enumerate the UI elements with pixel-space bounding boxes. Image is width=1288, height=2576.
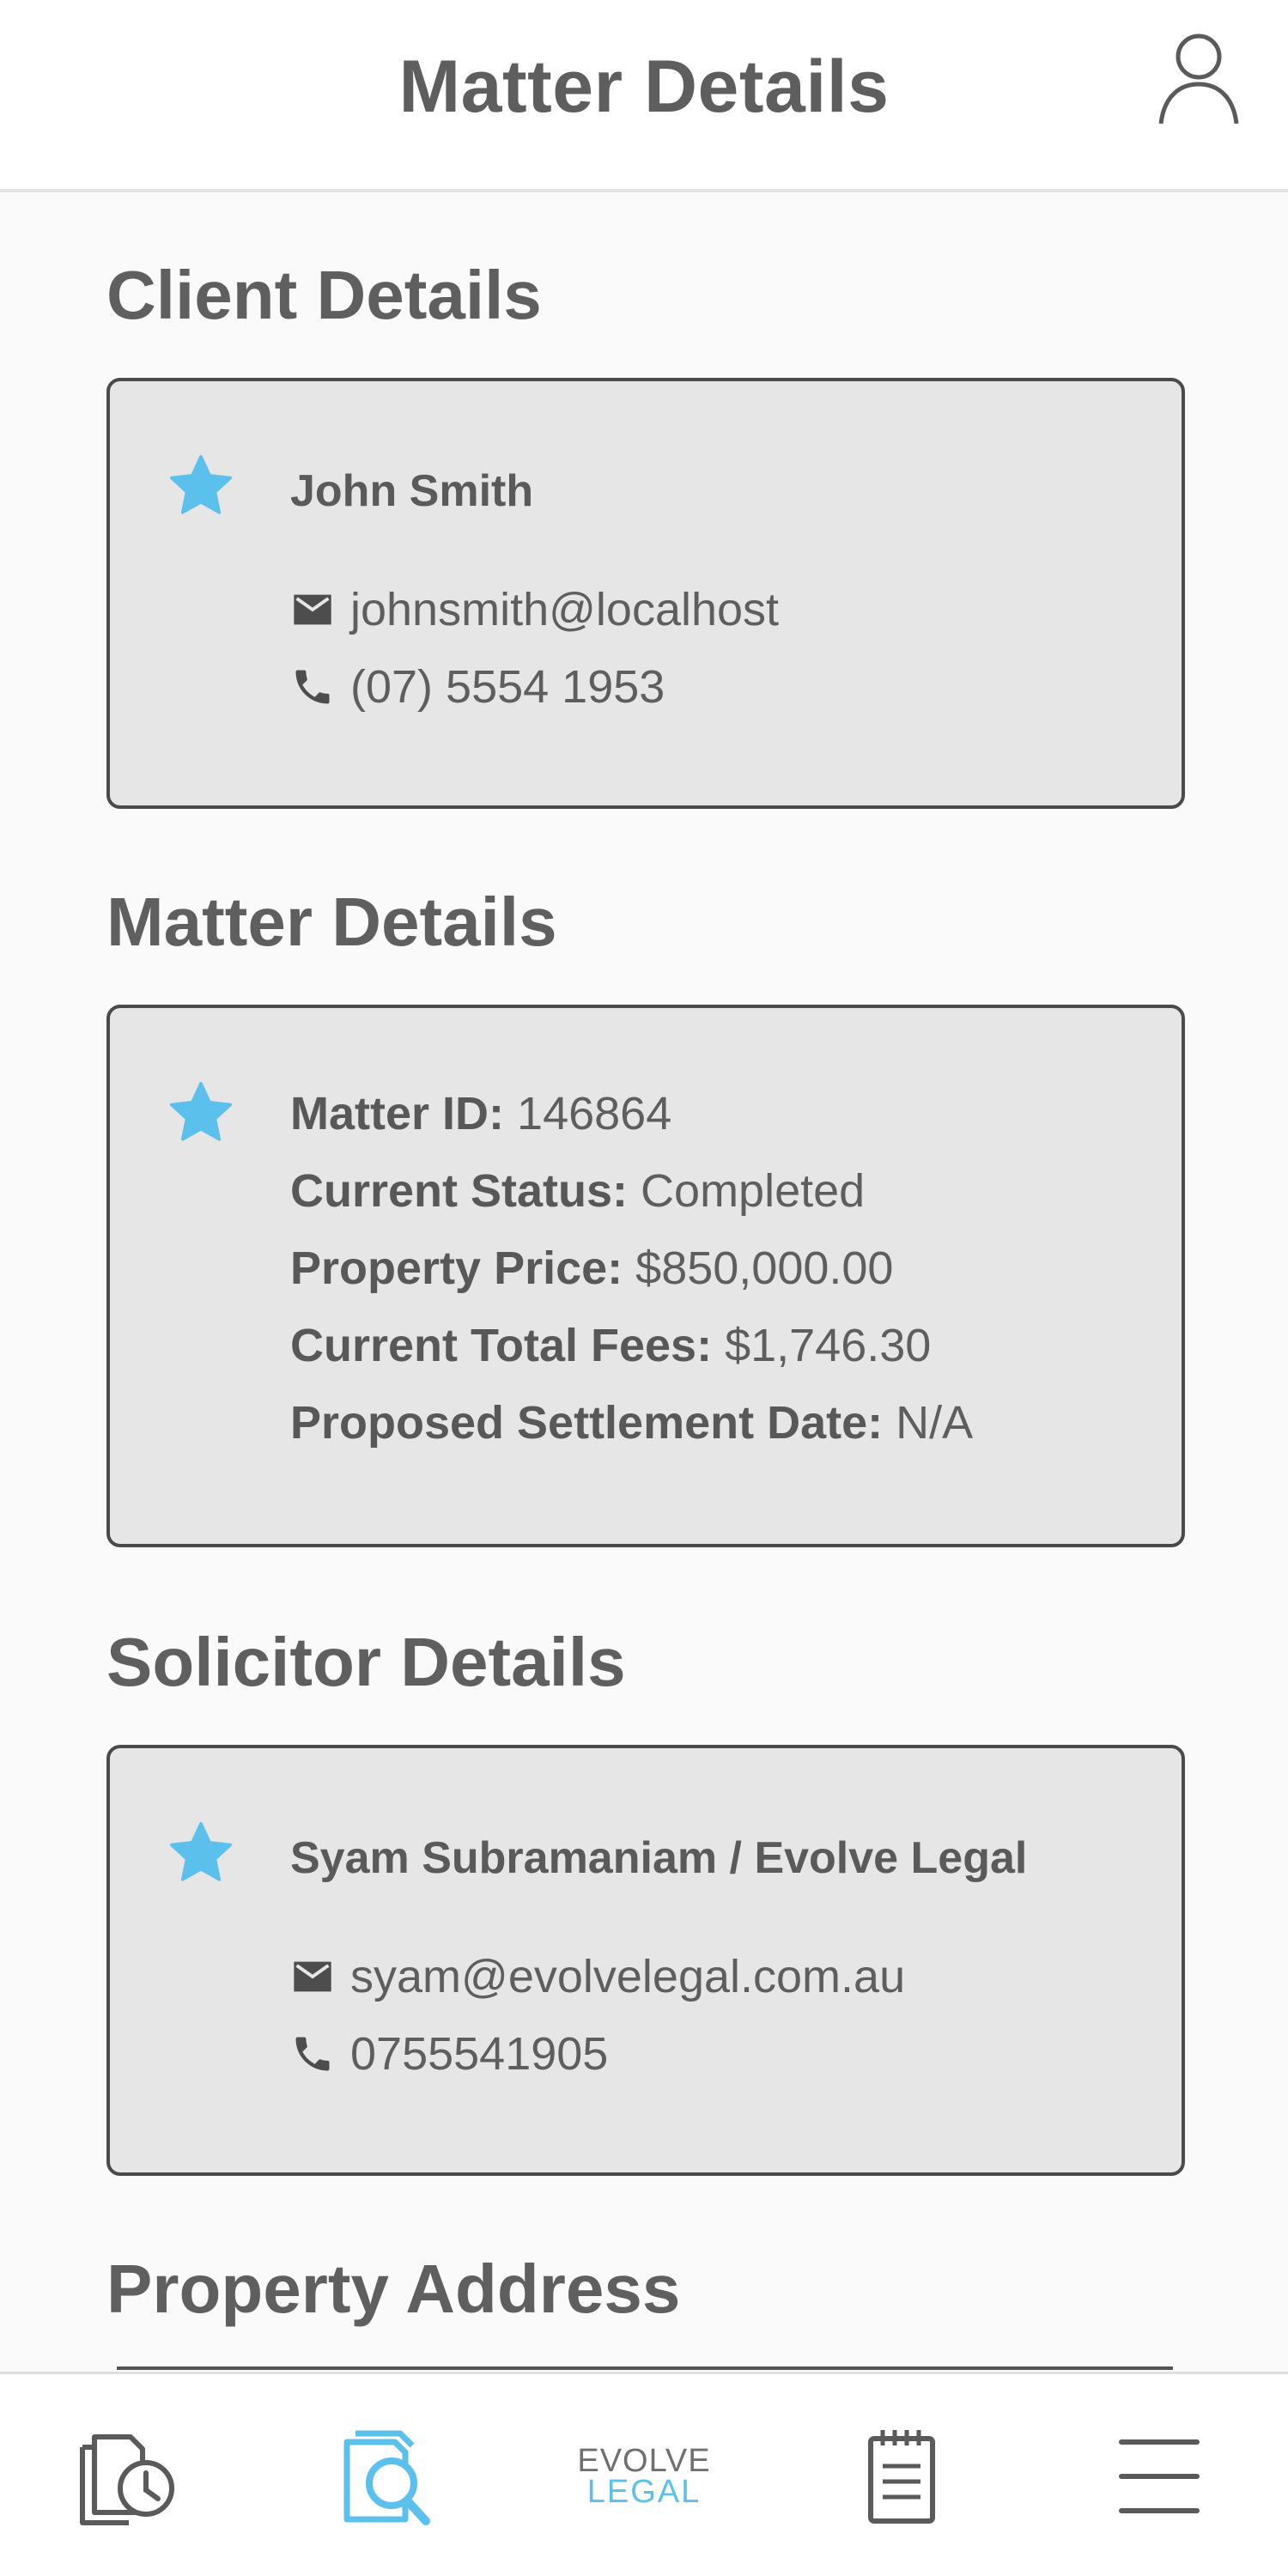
client-email: johnsmith@localhost bbox=[350, 584, 780, 635]
detail-value: 146864 bbox=[517, 1088, 672, 1139]
client-card: John Smith johnsmith@localhost (07) 5554… bbox=[106, 378, 1185, 809]
star-icon[interactable] bbox=[165, 450, 237, 522]
matter-card: Matter ID: 146864 Current Status: Comple… bbox=[106, 1005, 1185, 1547]
solicitor-email-row[interactable]: syam@evolvelegal.com.au bbox=[290, 1951, 905, 2002]
detail-label: Current Total Fees: bbox=[290, 1320, 713, 1371]
detail-value: $850,000.00 bbox=[635, 1242, 894, 1294]
nav-home-logo[interactable]: EVOLVE LEGAL bbox=[515, 2374, 773, 2576]
detail-label: Current Status: bbox=[290, 1165, 629, 1217]
star-icon[interactable] bbox=[165, 1817, 237, 1889]
solicitor-phone-row[interactable]: 0755541905 bbox=[290, 2028, 608, 2080]
nav-menu[interactable] bbox=[1030, 2374, 1288, 2576]
page-title: Matter Details bbox=[398, 46, 890, 128]
menu-icon bbox=[1119, 2439, 1200, 2513]
matter-id-row: Matter ID: 146864 bbox=[290, 1087, 671, 1140]
history-icon bbox=[80, 2434, 174, 2525]
property-price-row: Property Price: $850,000.00 bbox=[290, 1242, 893, 1295]
current-status-row: Current Status: Completed bbox=[290, 1164, 865, 1218]
notepad-icon bbox=[868, 2430, 935, 2524]
client-phone: (07) 5554 1953 bbox=[350, 661, 665, 713]
property-card-edge bbox=[117, 2366, 1173, 2370]
mail-icon bbox=[294, 594, 331, 625]
phone-icon bbox=[295, 2037, 330, 2071]
mail-icon bbox=[294, 1961, 331, 1992]
client-details-heading: Client Details bbox=[106, 257, 542, 333]
total-fees-row: Current Total Fees: $1,746.30 bbox=[290, 1319, 931, 1372]
client-email-row[interactable]: johnsmith@localhost bbox=[290, 584, 779, 635]
logo-text-top: EVOLVE bbox=[577, 2443, 711, 2479]
nav-history[interactable] bbox=[0, 2374, 258, 2576]
client-phone-row[interactable]: (07) 5554 1953 bbox=[290, 661, 665, 713]
logo-text-bottom: LEGAL bbox=[586, 2474, 702, 2510]
solicitor-card: Syam Subramaniam / Evolve Legal syam@evo… bbox=[106, 1745, 1185, 2176]
detail-label: Proposed Settlement Date: bbox=[290, 1397, 884, 1449]
evolve-legal-logo: EVOLVE LEGAL bbox=[577, 2445, 710, 2508]
solicitor-phone: 0755541905 bbox=[350, 2028, 609, 2080]
detail-value: Completed bbox=[641, 1165, 866, 1217]
phone-icon bbox=[295, 670, 330, 704]
detail-value: $1,746.30 bbox=[725, 1320, 932, 1371]
nav-matter-search[interactable] bbox=[258, 2374, 515, 2576]
settlement-date-row: Proposed Settlement Date: N/A bbox=[290, 1396, 973, 1449]
app-header: Matter Details bbox=[0, 0, 1288, 192]
nav-notes[interactable] bbox=[773, 2374, 1030, 2576]
star-icon[interactable] bbox=[165, 1077, 237, 1149]
detail-value: N/A bbox=[896, 1397, 974, 1449]
matter-details-heading: Matter Details bbox=[106, 884, 557, 960]
user-icon[interactable] bbox=[1156, 31, 1242, 127]
detail-label: Matter ID: bbox=[290, 1088, 505, 1139]
detail-label: Property Price: bbox=[290, 1242, 623, 1294]
property-address-heading: Property Address bbox=[106, 2251, 681, 2327]
solicitor-email: syam@evolvelegal.com.au bbox=[350, 1951, 906, 2002]
matter-search-icon bbox=[343, 2430, 430, 2525]
solicitor-name: Syam Subramaniam / Evolve Legal bbox=[290, 1833, 1028, 1883]
solicitor-details-heading: Solicitor Details bbox=[106, 1624, 626, 1700]
client-name: John Smith bbox=[290, 466, 534, 516]
bottom-nav: EVOLVE LEGAL bbox=[0, 2372, 1288, 2576]
